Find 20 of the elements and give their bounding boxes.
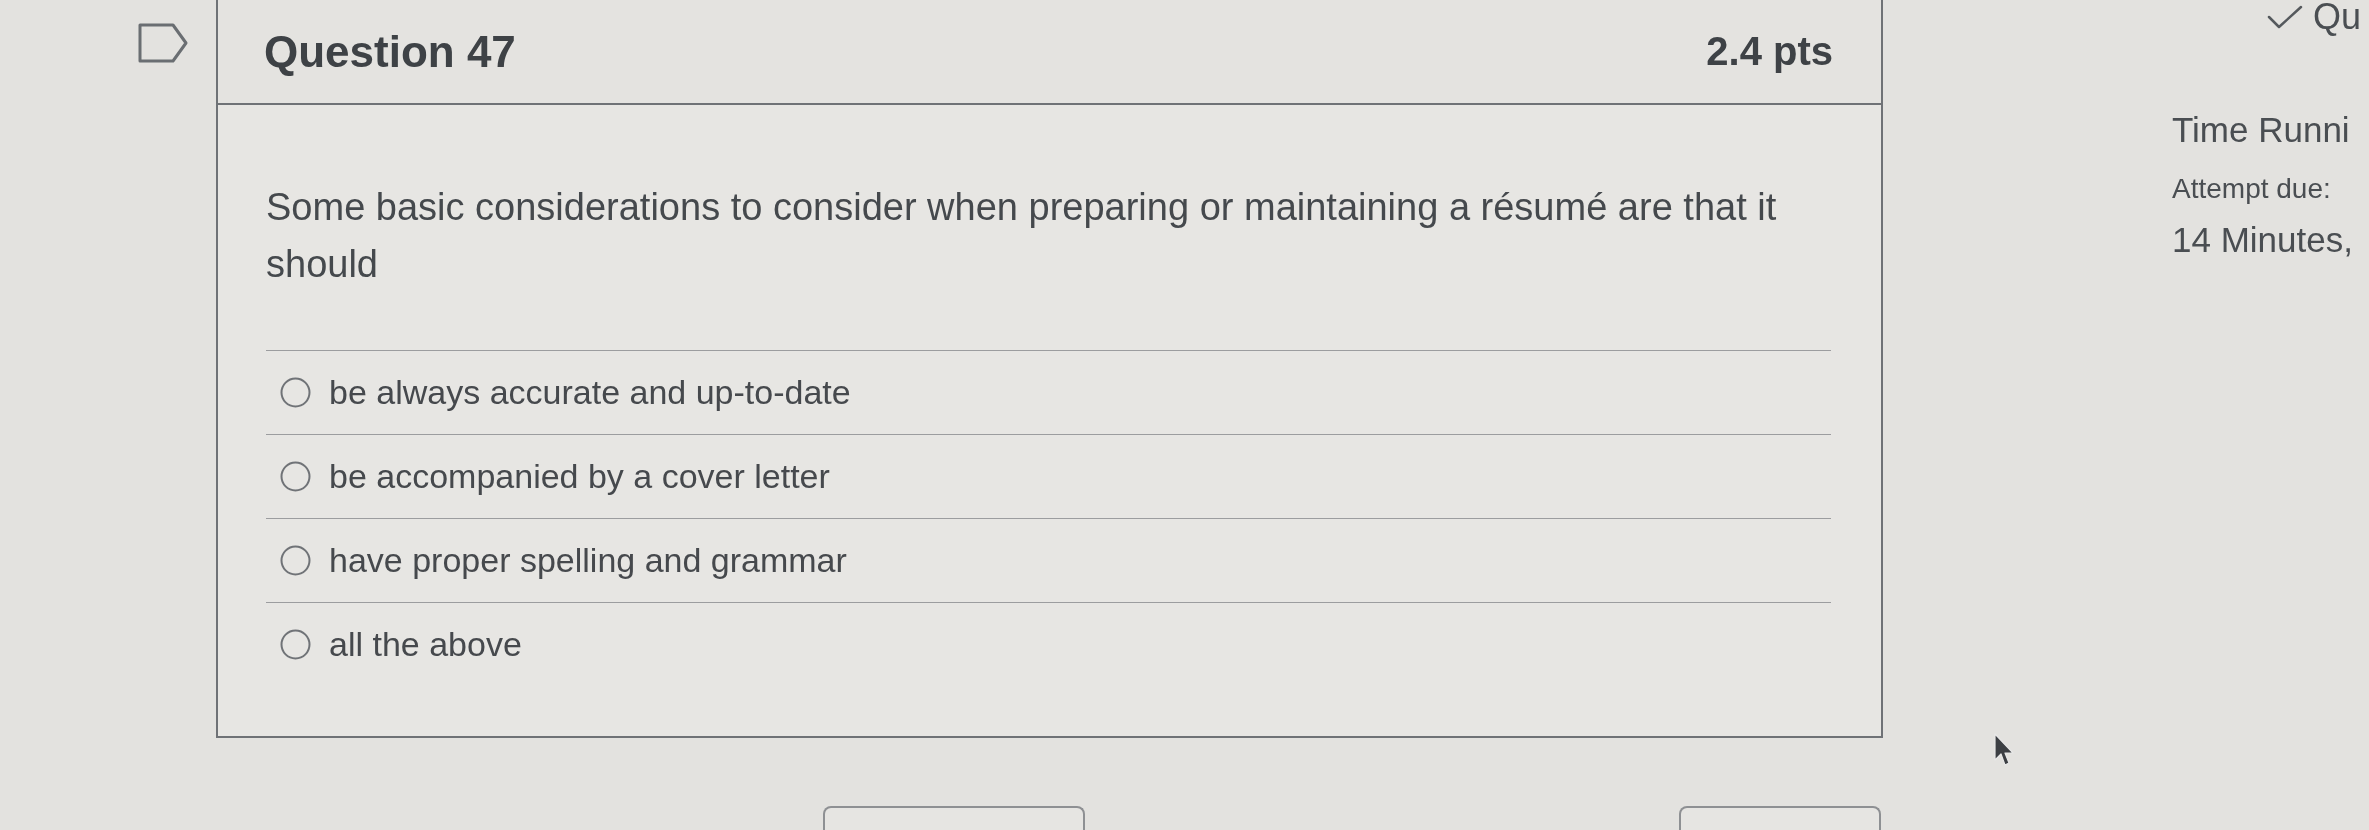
timer-label: Time Runni <box>2172 110 2350 150</box>
footer-button[interactable] <box>823 806 1085 830</box>
answer-label[interactable]: all the above <box>329 625 522 664</box>
check-icon <box>2267 5 2303 29</box>
time-remaining: 14 Minutes, <box>2172 220 2353 260</box>
radio-button[interactable] <box>280 377 311 408</box>
question-title: Question 47 <box>264 26 516 77</box>
answer-label[interactable]: be always accurate and up-to-date <box>329 373 851 412</box>
flag-icon[interactable] <box>138 23 188 63</box>
radio-button[interactable] <box>280 461 311 492</box>
radio-button[interactable] <box>280 629 311 660</box>
sidebar-heading: Qu <box>2313 0 2362 37</box>
due-date-label: Attempt due: <box>2172 172 2331 206</box>
answer-label[interactable]: have proper spelling and grammar <box>329 541 847 580</box>
cursor-icon <box>1994 733 2014 767</box>
points-label: 2.4 pts <box>1706 29 1833 74</box>
answer-label[interactable]: be accompanied by a cover letter <box>329 457 830 496</box>
footer-button[interactable] <box>1679 806 1881 830</box>
question-text: Some basic considerations to consider when preparing or maintaining a résumé are that it should <box>266 185 1778 287</box>
radio-button[interactable] <box>280 545 311 576</box>
